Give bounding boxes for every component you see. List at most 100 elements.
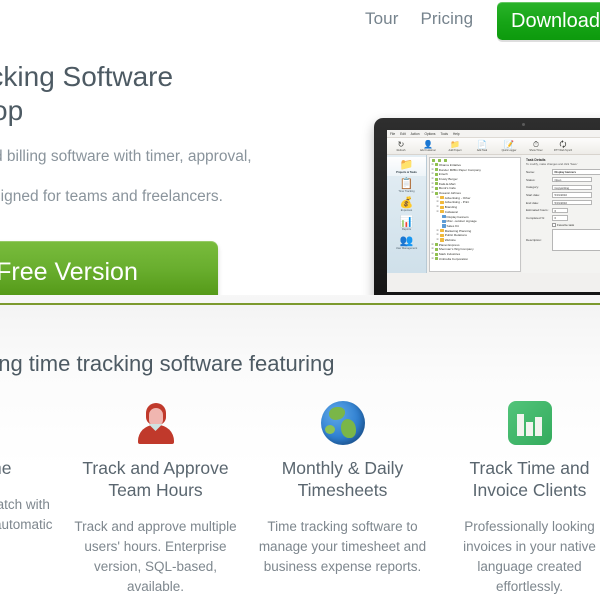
tree-expand-icon[interactable]: ⊞: [432, 177, 434, 181]
field-estimated-hours-value[interactable]: 6: [552, 207, 568, 214]
field-status: Status: Open: [526, 176, 600, 183]
customer-icon: [434, 257, 438, 261]
add-project-icon: 📁: [450, 140, 460, 149]
tree-expand-icon[interactable]: ⊞: [432, 168, 434, 172]
time-tracking-icon: 📋: [399, 178, 414, 191]
hero-title-line1: Time Tracking Software: [0, 61, 174, 92]
menu-item-options[interactable]: Options: [425, 132, 436, 136]
projects-tasks-icon: 📁: [399, 159, 414, 172]
sidebar-label-reports: Reports: [401, 228, 412, 232]
reports-icon: 📊: [399, 216, 414, 229]
tree-node-label: Stark Industries: [438, 252, 461, 257]
tree-expand-icon[interactable]: ⊞: [437, 233, 439, 237]
desk-surface: [0, 295, 600, 303]
nav-download-button[interactable]: Download: [497, 2, 600, 40]
nav-link-pricing[interactable]: Pricing: [420, 9, 473, 29]
tree-node-label: Initech: [438, 172, 448, 177]
tree-expand-icon[interactable]: ⊞: [432, 182, 434, 186]
toolbar-add-customer-button[interactable]: 👤 Add Customer: [415, 140, 441, 152]
tree-node-label: Oceanic Airlines: [438, 191, 461, 196]
tree-node-label: Branding: [444, 205, 458, 210]
feature-column-team-hours: Track and Approve Team Hours Track and a…: [62, 397, 249, 597]
hero-download-free-version-button[interactable]: Download Free Version: [0, 241, 218, 303]
menu-item-action[interactable]: Action: [411, 132, 420, 136]
folder-icon: [439, 210, 444, 214]
tree-expand-icon[interactable]: ⊞: [432, 257, 434, 261]
task-icon: [441, 224, 446, 228]
favorite-task-checkbox[interactable]: [552, 223, 556, 227]
user-management-icon: 👥: [399, 235, 414, 248]
toolbar-refresh-button[interactable]: ↻ Refresh: [388, 140, 414, 152]
tree-expand-icon[interactable]: ⊞: [432, 191, 434, 195]
tree-expand-icon[interactable]: ⊞: [437, 200, 439, 204]
menu-item-tools[interactable]: Tools: [441, 132, 448, 136]
toolbar-add-task-label: Add Task: [476, 149, 488, 152]
tree-expand-icon[interactable]: ⊞: [437, 196, 439, 200]
field-start-date: Start date: 5/31/2010: [526, 192, 600, 198]
landing-page: Tour Pricing Download Time Tracking Soft…: [0, 0, 600, 600]
nav-link-tour[interactable]: Tour: [365, 9, 398, 29]
field-category-value[interactable]: Copywriting: [552, 184, 592, 190]
tree-expand-icon[interactable]: ⊞: [432, 186, 434, 190]
toolbar-quick-logger-label: Quick Logger: [501, 149, 517, 152]
toolbar-web-sync-button[interactable]: 🗘 DTT Web Synch: [550, 140, 576, 152]
feature-title-invoice: Track Time and Invoice Clients: [469, 458, 590, 500]
menu-item-edit[interactable]: Edit: [400, 132, 406, 136]
field-name-label: Name:: [526, 169, 535, 174]
add-task-icon: 📄: [477, 140, 487, 149]
tree-edit-icon[interactable]: [437, 158, 441, 162]
tree-node-label: Advertising - Other: [444, 195, 471, 200]
field-category: Category: Copywriting: [526, 184, 600, 190]
sidebar-item-user-management[interactable]: 👥 User Management: [387, 233, 426, 252]
customer-icon: [434, 252, 438, 256]
quick-logger-icon: 📝: [504, 140, 514, 149]
task-icon: [441, 219, 446, 223]
field-name-value[interactable]: Display banners: [552, 169, 600, 175]
field-start-date-label: Start date:: [526, 192, 540, 197]
tree-node-label: Obama Initiative: [438, 162, 462, 167]
tree-expand-icon[interactable]: ⊞: [432, 172, 434, 176]
tree-add-icon[interactable]: [431, 158, 435, 162]
tree-expand-icon[interactable]: ⊞: [437, 229, 439, 233]
description-textarea[interactable]: [552, 229, 600, 252]
sidebar-item-time-tracking[interactable]: 📋 Time Tracking: [387, 176, 426, 195]
tree-expand-icon[interactable]: ⊞: [432, 252, 434, 256]
field-status-value[interactable]: Open: [552, 176, 592, 183]
sidebar-label-expenses: Expenses: [400, 209, 413, 213]
tree-node[interactable]: ⊞ Umbrella Corporation: [430, 256, 520, 261]
tree-expand-icon[interactable]: ⊞: [432, 243, 434, 247]
tree-expand-icon[interactable]: ⊞: [432, 163, 434, 167]
customer-icon: [434, 163, 438, 167]
field-end-date-value[interactable]: 5/31/2010: [552, 199, 592, 206]
hero-subtitle-line2: and reporting designed for teams and fre…: [0, 188, 223, 205]
tree-node-label: Display banners: [446, 214, 469, 219]
tree-delete-icon[interactable]: [443, 158, 447, 162]
tree-expand-icon[interactable]: ⊞: [437, 205, 439, 209]
tree-expand-icon[interactable]: ⊞: [432, 247, 434, 251]
project-tree[interactable]: ⊞ Obama Initiative ⊞ Dunder Mifflin Paper C…: [428, 156, 521, 272]
feature-title-track-time: Track Time: [0, 458, 12, 478]
menu-item-help[interactable]: Help: [453, 132, 460, 136]
sidebar-item-reports[interactable]: 📊 Reports: [387, 214, 426, 233]
sidebar-label-user-management: User Management: [395, 247, 418, 251]
tree-node-label: Collateral: [444, 209, 458, 214]
hero-subtitle-line1: Time tracking and billing software with …: [0, 148, 252, 165]
toolbar-show-timer-button[interactable]: ⏱ Show Timer: [523, 140, 549, 152]
toolbar-quick-logger-button[interactable]: 📝 Quick Logger: [496, 140, 522, 152]
task-icon: [441, 214, 446, 219]
toolbar-add-task-button[interactable]: 📄 Add Task: [469, 140, 495, 152]
sidebar-item-expenses[interactable]: 💰 Expenses: [387, 195, 426, 214]
menu-item-file[interactable]: File: [390, 132, 395, 136]
task-details-panel: Task Details To modify, make changes and…: [522, 155, 600, 274]
field-start-date-value[interactable]: 5/31/2010: [552, 192, 592, 198]
favorite-task-label: Favorite task: [557, 222, 575, 227]
customer-icon: [434, 247, 438, 251]
tree-expand-icon[interactable]: ⊞: [437, 210, 439, 214]
feature-text-team-hours: Track and approve multiple users' hours.…: [74, 519, 237, 594]
field-favorite-task[interactable]: Favorite task: [526, 223, 600, 227]
tree-node-label: Marketing Planning: [444, 228, 472, 233]
tree-expand-icon[interactable]: ⊞: [437, 238, 439, 242]
toolbar-add-project-button[interactable]: 📁 Add Project: [442, 140, 468, 152]
field-completed-percent-value[interactable]: 0: [552, 215, 568, 221]
sidebar-item-projects-tasks[interactable]: 📁 Projects & Tasks: [387, 157, 426, 177]
